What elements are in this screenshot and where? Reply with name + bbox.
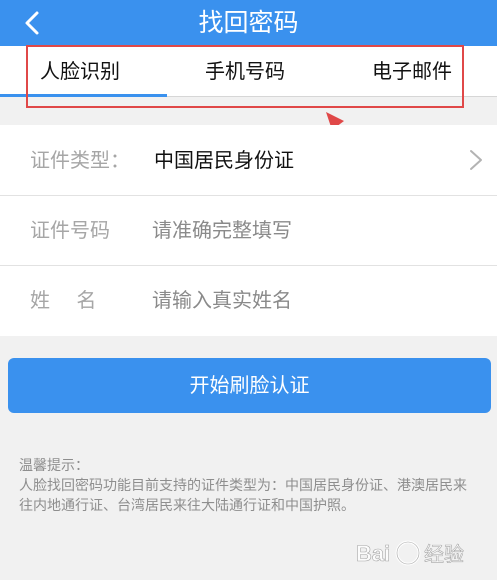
id-number-label: 证件号码	[30, 218, 110, 242]
page-title: 找回密码	[198, 8, 299, 37]
svg-text:经验: 经验	[424, 542, 464, 566]
id-type-row[interactable]: 证件类型： 中国居民身份证	[0, 125, 497, 195]
start-face-verification-button[interactable]: 开始刷脸认证	[8, 358, 491, 413]
id-number-input[interactable]	[152, 212, 452, 248]
baidu-jingyan-watermark: Bai 经验	[356, 540, 464, 566]
tab-email[interactable]: 电子邮件	[372, 46, 452, 96]
tips-title: 温馨提示：	[19, 458, 89, 474]
header: 找回密码	[0, 0, 497, 46]
tips: 温馨提示： 人脸找回密码功能目前支持的证件类型为：中国居民身份证、港澳居民来往内…	[19, 456, 479, 516]
tab-phone-number[interactable]: 手机号码	[205, 46, 285, 96]
tips-text: 人脸找回密码功能目前支持的证件类型为：中国居民身份证、港澳居民来往内地通行证、台…	[19, 478, 467, 514]
active-tab-indicator	[0, 94, 167, 97]
name-input[interactable]	[152, 282, 452, 318]
name-row: 姓 名	[0, 265, 497, 335]
tab-face-recognition[interactable]: 人脸识别	[40, 46, 120, 96]
chevron-right-icon	[470, 150, 482, 170]
svg-text:Bai: Bai	[356, 541, 390, 566]
name-label: 姓 名	[30, 288, 97, 312]
tab-bar: 人脸识别 手机号码 电子邮件	[0, 46, 497, 97]
back-button[interactable]	[18, 8, 48, 38]
chevron-left-icon	[25, 11, 39, 35]
id-form: 证件类型： 中国居民身份证 证件号码 姓 名	[0, 125, 497, 336]
id-type-label: 证件类型：	[30, 148, 130, 172]
id-number-row: 证件号码	[0, 195, 497, 265]
id-type-value: 中国居民身份证	[154, 148, 294, 172]
